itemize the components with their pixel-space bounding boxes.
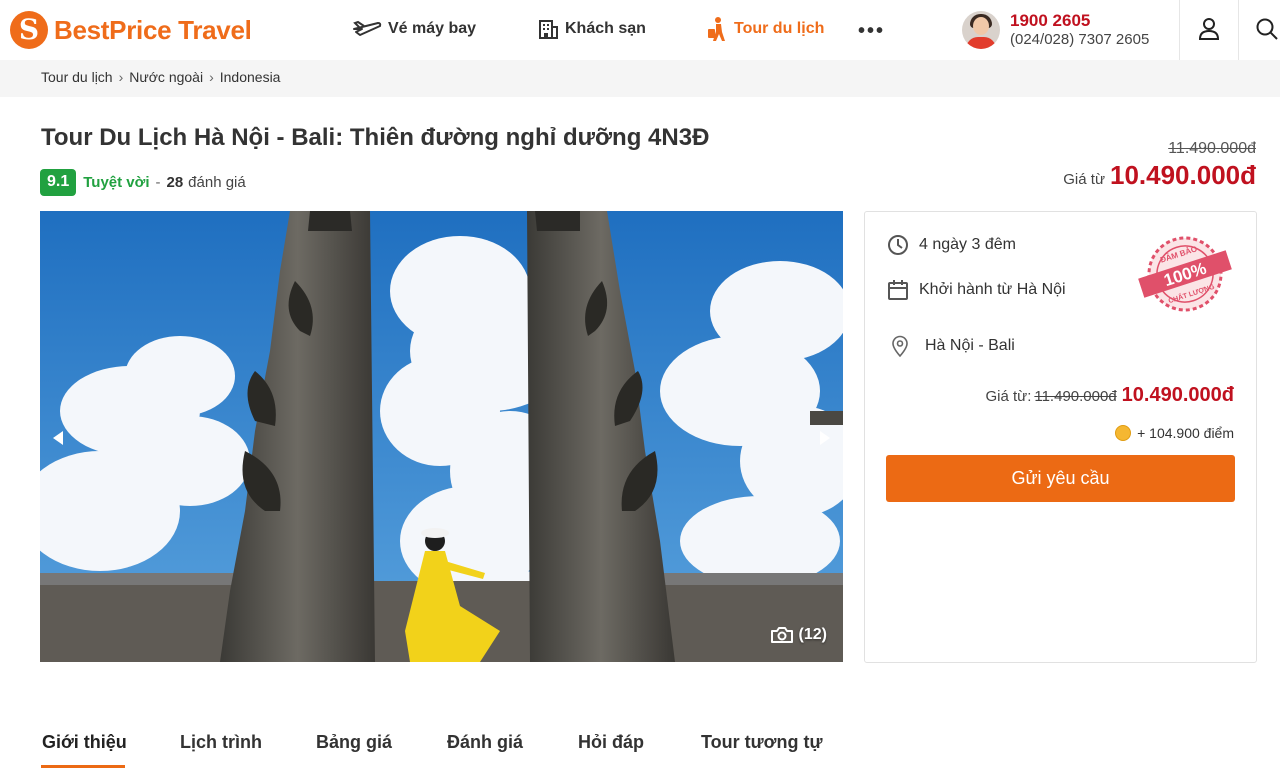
header-price-block: 11.490.000đ Giá từ 10.490.000đ bbox=[1063, 140, 1256, 191]
secondary-phone: (024/028) 7307 2605 bbox=[1010, 31, 1150, 48]
rating-separator: - bbox=[155, 173, 161, 191]
sale-price: 10.490.000đ bbox=[1109, 160, 1256, 190]
tab-pricing[interactable]: Bảng giá bbox=[316, 732, 392, 753]
original-price: 11.490.000đ bbox=[1168, 140, 1256, 157]
review-label: đánh giá bbox=[188, 173, 246, 191]
rating-word: Tuyệt vời bbox=[83, 173, 150, 191]
nav-label: Tour du lịch bbox=[734, 20, 825, 37]
nav-label: Vé máy bay bbox=[388, 20, 477, 37]
search-button[interactable] bbox=[1254, 16, 1280, 42]
header-divider bbox=[1238, 0, 1239, 60]
breadcrumb-separator: › bbox=[209, 69, 214, 85]
plane-icon bbox=[353, 20, 382, 36]
reward-points: + 104.900 điểm bbox=[1115, 425, 1234, 441]
gallery-prev-button[interactable] bbox=[46, 426, 70, 450]
card-price: Giá từ: 11.490.000đ 10.490.000đ bbox=[985, 384, 1234, 407]
photo-count-button[interactable]: (12) bbox=[770, 626, 827, 644]
hotline-number: 1900 2605 bbox=[1010, 11, 1091, 30]
nav-item-tours[interactable]: Tour du lịch bbox=[706, 16, 824, 42]
site-header: S BestPrice Travel Vé máy bay Khách sạn … bbox=[0, 0, 1280, 60]
nav-more-button[interactable]: ••• bbox=[858, 18, 885, 44]
booking-card: 4 ngày 3 đêm Khởi hành từ Hà Nội Hà Nội … bbox=[864, 211, 1257, 663]
agent-avatar bbox=[962, 11, 1000, 49]
hotline-block[interactable]: 1900 2605 (024/028) 7307 2605 bbox=[962, 10, 1149, 50]
duration-row: 4 ngày 3 đêm bbox=[887, 234, 1016, 256]
coin-icon bbox=[1115, 425, 1132, 441]
nav-item-hotels[interactable]: Khách sạn bbox=[537, 16, 646, 42]
search-icon bbox=[1256, 18, 1278, 40]
route-text: Hà Nội - Bali bbox=[925, 337, 1015, 354]
gallery-next-button[interactable] bbox=[813, 426, 837, 450]
card-original-price: 11.490.000đ bbox=[1034, 388, 1117, 405]
duration-text: 4 ngày 3 đêm bbox=[919, 236, 1016, 253]
rating-score-badge: 9.1 bbox=[40, 168, 77, 196]
price-from-label: Giá từ bbox=[1063, 171, 1105, 188]
breadcrumb-link[interactable]: Indonesia bbox=[220, 69, 281, 85]
header-divider bbox=[1179, 0, 1180, 60]
page-title: Tour Du Lịch Hà Nội - Bali: Thiên đường … bbox=[41, 124, 710, 151]
card-price-from-label: Giá từ: bbox=[985, 388, 1032, 405]
brand-logo[interactable]: S BestPrice Travel bbox=[10, 10, 252, 50]
clock-icon bbox=[888, 235, 908, 255]
send-request-button[interactable]: Gửi yêu cầu bbox=[886, 455, 1235, 502]
chevron-right-icon bbox=[820, 431, 830, 445]
account-button[interactable] bbox=[1196, 16, 1222, 42]
nav-item-flights[interactable]: Vé máy bay bbox=[352, 16, 476, 42]
tab-introduction[interactable]: Giới thiệu bbox=[42, 732, 127, 753]
photo-count-label: (12) bbox=[798, 626, 827, 643]
breadcrumb-link[interactable]: Tour du lịch bbox=[41, 69, 113, 85]
logo-mark-icon: S bbox=[10, 11, 48, 49]
traveler-icon bbox=[708, 17, 725, 41]
tab-similar-tours[interactable]: Tour tương tự bbox=[701, 732, 823, 753]
camera-icon bbox=[770, 627, 793, 643]
photo-gallery[interactable]: (12) bbox=[40, 211, 843, 662]
tab-reviews[interactable]: Đánh giá bbox=[447, 732, 523, 753]
breadcrumb-separator: › bbox=[118, 69, 124, 85]
brand-name: BestPrice Travel bbox=[54, 14, 252, 45]
rating-summary[interactable]: 9.1 Tuyệt vời - 28 đánh giá bbox=[40, 168, 246, 196]
route-row: Hà Nội - Bali bbox=[891, 335, 1015, 357]
departure-text: Khởi hành từ Hà Nội bbox=[919, 281, 1066, 298]
breadcrumb-bar: Tour du lịch › Nước ngoài › Indonesia bbox=[0, 60, 1280, 97]
user-icon bbox=[1198, 18, 1220, 40]
departure-row: Khởi hành từ Hà Nội bbox=[887, 279, 1066, 301]
card-sale-price: 10.490.000đ bbox=[1121, 384, 1234, 406]
quality-guarantee-stamp: 100% ĐẢM BẢO CHẤT LƯỢNG bbox=[1138, 236, 1232, 312]
breadcrumb: Tour du lịch › Nước ngoài › Indonesia bbox=[41, 69, 280, 85]
chevron-left-icon bbox=[53, 431, 63, 445]
hotel-icon bbox=[539, 20, 558, 39]
breadcrumb-link[interactable]: Nước ngoài bbox=[129, 69, 203, 85]
reward-points-text: + 104.900 điểm bbox=[1137, 425, 1234, 441]
review-count: 28 bbox=[166, 173, 184, 191]
gallery-photo bbox=[40, 211, 843, 662]
calendar-icon bbox=[888, 280, 908, 300]
tab-faq[interactable]: Hỏi đáp bbox=[578, 732, 644, 753]
nav-label: Khách sạn bbox=[565, 20, 646, 37]
tab-itinerary[interactable]: Lịch trình bbox=[180, 732, 262, 753]
content-tabs: Giới thiệu Lịch trình Bảng giá Đánh giá … bbox=[0, 720, 1280, 768]
location-pin-icon bbox=[892, 335, 908, 357]
